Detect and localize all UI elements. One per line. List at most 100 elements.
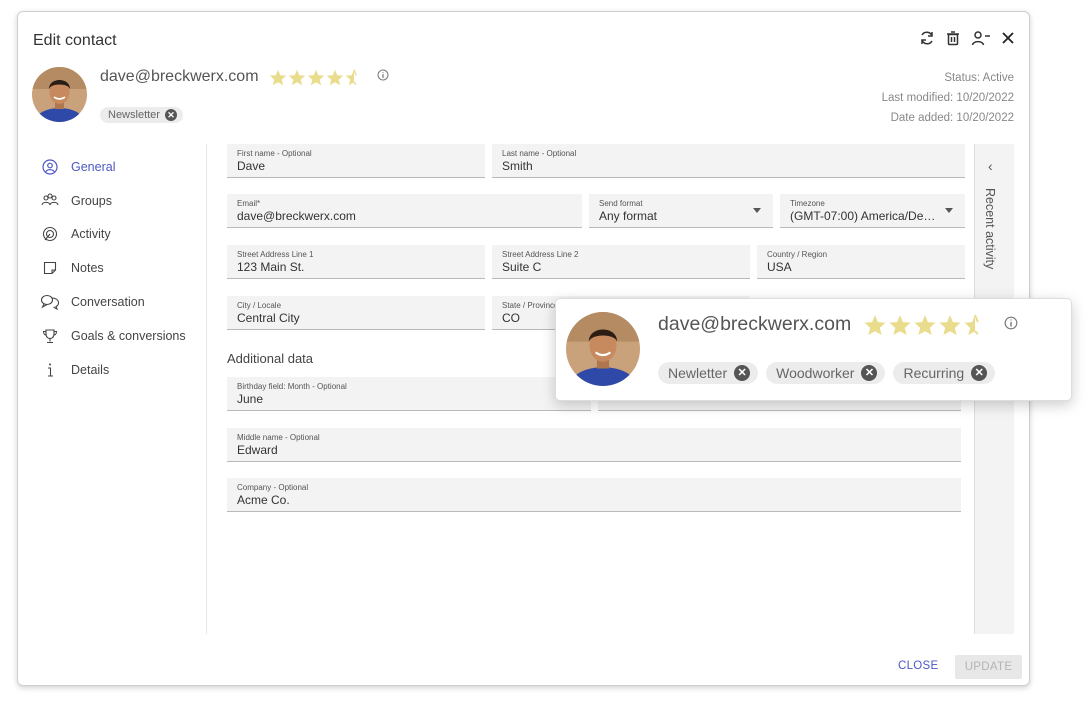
birthday-month-field[interactable]: Birthday field: Month - Optional June bbox=[227, 377, 591, 411]
field-value: 123 Main St. bbox=[237, 260, 305, 274]
avatar bbox=[32, 67, 87, 122]
last-name-field[interactable]: Last name - Optional Smith bbox=[492, 144, 965, 178]
star-rating[interactable] bbox=[269, 68, 363, 86]
sidebar-item-activity[interactable]: Activity bbox=[40, 218, 210, 252]
tag-chip: Newletter ✕ bbox=[658, 362, 759, 384]
additional-data-heading: Additional data bbox=[227, 351, 314, 366]
tag-label: Recurring bbox=[903, 365, 965, 381]
trophy-icon bbox=[40, 328, 60, 344]
header-actions bbox=[919, 30, 1015, 46]
star-icon bbox=[269, 69, 287, 85]
note-icon bbox=[40, 260, 60, 276]
info-icon[interactable] bbox=[377, 68, 389, 86]
tag-chip: Woodworker ✕ bbox=[766, 362, 886, 384]
close-icon[interactable] bbox=[1001, 31, 1015, 45]
info-icon[interactable] bbox=[1004, 313, 1018, 336]
field-label: Last name - Optional bbox=[502, 149, 577, 158]
chevron-left-icon[interactable]: ‹ bbox=[988, 158, 993, 174]
contact-header-line: dave@breckwerx.com bbox=[100, 68, 389, 86]
sidebar-item-details[interactable]: Details bbox=[40, 353, 210, 387]
sidebar-item-general[interactable]: General bbox=[40, 150, 210, 184]
field-value: Acme Co. bbox=[237, 493, 290, 507]
info-icon bbox=[40, 362, 60, 378]
remove-tag-icon[interactable]: ✕ bbox=[164, 109, 177, 121]
tag-label: Newletter bbox=[668, 365, 728, 381]
remove-tag-icon[interactable]: ✕ bbox=[861, 365, 878, 381]
sidebar-item-label: Notes bbox=[71, 261, 104, 276]
field-label: First name - Optional bbox=[237, 149, 312, 158]
country-field[interactable]: Country / Region USA bbox=[757, 245, 965, 279]
middle-name-field[interactable]: Middle name - Optional Edward bbox=[227, 428, 961, 462]
sidebar-item-notes[interactable]: Notes bbox=[40, 251, 210, 285]
chevron-down-icon bbox=[753, 208, 761, 213]
field-value: USA bbox=[767, 260, 792, 274]
last-modified-text: Last modified: 10/20/2022 bbox=[881, 92, 1014, 104]
conversation-icon bbox=[40, 294, 60, 311]
field-label: Send format bbox=[599, 199, 643, 208]
user-circle-icon bbox=[40, 159, 60, 175]
field-label: Email* bbox=[237, 199, 261, 208]
field-value: Smith bbox=[502, 159, 533, 173]
remove-user-icon[interactable] bbox=[971, 30, 991, 46]
street-line-2-field[interactable]: Street Address Line 2 Suite C bbox=[492, 245, 750, 279]
close-button[interactable]: CLOSE bbox=[898, 660, 939, 672]
star-icon bbox=[288, 69, 306, 85]
star-icon bbox=[326, 69, 344, 85]
date-added-text: Date added: 10/20/2022 bbox=[890, 112, 1014, 124]
field-label: Street Address Line 2 bbox=[502, 250, 579, 259]
sidebar-divider bbox=[206, 144, 207, 634]
popup-tags: Newletter ✕ Woodworker ✕ Recurring ✕ bbox=[658, 362, 996, 384]
popup-header-line: dave@breckwerx.com bbox=[658, 313, 1018, 336]
sidebar-item-label: General bbox=[71, 159, 116, 174]
tag-chip: Newsletter ✕ bbox=[100, 107, 183, 123]
tag-label: Woodworker bbox=[776, 365, 855, 381]
sidebar-item-label: Conversation bbox=[71, 295, 145, 310]
recent-activity-label: Recent activity bbox=[983, 188, 997, 270]
sidebar-item-label: Groups bbox=[71, 193, 112, 208]
field-label: Company - Optional bbox=[237, 483, 309, 492]
sidebar-nav: General Groups Activity Notes Conversati… bbox=[40, 150, 210, 387]
sidebar-item-label: Goals & conversions bbox=[71, 328, 186, 343]
star-icon bbox=[939, 314, 961, 335]
street-line-1-field[interactable]: Street Address Line 1 123 Main St. bbox=[227, 245, 485, 279]
status-text: Status: Active bbox=[944, 72, 1014, 84]
field-value: Any format bbox=[599, 209, 658, 223]
update-button[interactable]: UPDATE bbox=[955, 655, 1022, 679]
contact-tags: Newsletter ✕ bbox=[100, 105, 183, 123]
field-value: dave@breckwerx.com bbox=[237, 209, 356, 223]
trash-icon[interactable] bbox=[945, 30, 961, 46]
remove-tag-icon[interactable]: ✕ bbox=[734, 365, 751, 381]
popup-email: dave@breckwerx.com bbox=[658, 313, 852, 335]
field-label: Birthday field: Month - Optional bbox=[237, 382, 347, 391]
field-label: Country / Region bbox=[767, 250, 828, 259]
star-icon bbox=[864, 314, 886, 335]
sidebar-item-conversation[interactable]: Conversation bbox=[40, 285, 210, 319]
field-value: Suite C bbox=[502, 260, 542, 274]
star-icon bbox=[914, 314, 936, 335]
dialog-title: Edit contact bbox=[33, 32, 117, 49]
sidebar-item-groups[interactable]: Groups bbox=[40, 184, 210, 218]
half-star-icon bbox=[345, 68, 357, 85]
field-value: Edward bbox=[237, 443, 278, 457]
first-name-field[interactable]: First name - Optional Dave bbox=[227, 144, 485, 178]
tag-chip: Recurring ✕ bbox=[893, 362, 996, 384]
half-star-icon bbox=[964, 314, 979, 335]
contact-hover-card: dave@breckwerx.com Newletter ✕ Woodworke… bbox=[555, 298, 1072, 401]
group-icon bbox=[40, 193, 60, 209]
company-field[interactable]: Company - Optional Acme Co. bbox=[227, 478, 961, 512]
sidebar-item-goals[interactable]: Goals & conversions bbox=[40, 319, 210, 353]
star-icon bbox=[307, 69, 325, 85]
refresh-icon[interactable] bbox=[919, 30, 935, 46]
send-format-select[interactable]: Send format Any format bbox=[589, 194, 773, 228]
timezone-select[interactable]: Timezone (GMT-07:00) America/Denver bbox=[780, 194, 965, 228]
field-label: Street Address Line 1 bbox=[237, 250, 314, 259]
star-rating[interactable] bbox=[863, 314, 987, 336]
remove-tag-icon[interactable]: ✕ bbox=[971, 365, 988, 381]
email-field[interactable]: Email* dave@breckwerx.com bbox=[227, 194, 582, 228]
city-field[interactable]: City / Locale Central City bbox=[227, 296, 485, 330]
field-label: City / Locale bbox=[237, 301, 282, 310]
avatar bbox=[566, 312, 640, 386]
field-value: Dave bbox=[237, 159, 266, 173]
contact-email: dave@breckwerx.com bbox=[100, 68, 259, 86]
chevron-down-icon bbox=[945, 208, 953, 213]
